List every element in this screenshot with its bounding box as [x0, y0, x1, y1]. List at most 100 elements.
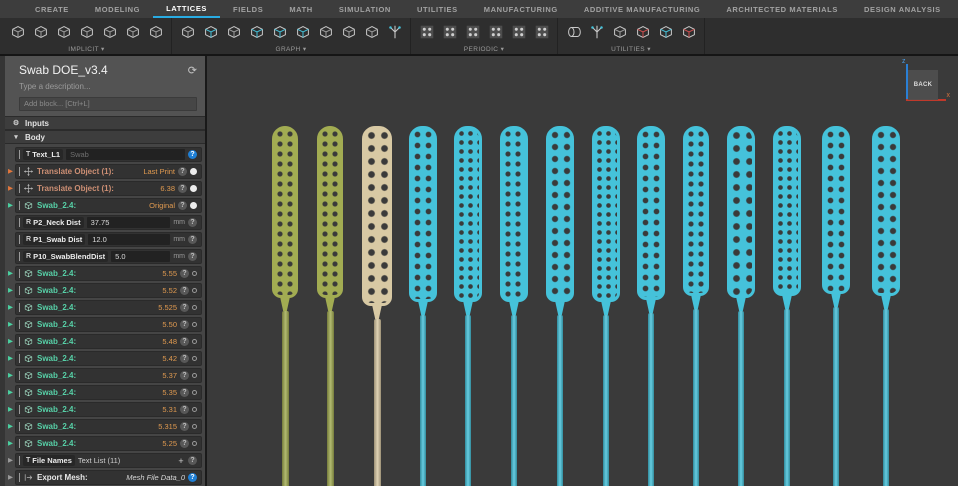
voronoi-lattice-icon[interactable] [361, 20, 382, 44]
gyroid-tpms-icon[interactable] [416, 20, 437, 44]
shell-implicit-icon[interactable] [76, 20, 97, 44]
add-item-icon[interactable]: + [177, 456, 185, 466]
help-icon[interactable]: ? [178, 184, 187, 193]
help-icon[interactable]: ? [180, 337, 189, 346]
toolbar-group-label[interactable]: IMPLICIT ▾ [7, 44, 166, 54]
expand-triangle-icon[interactable]: ▶ [6, 300, 15, 315]
menu-tab-create[interactable]: CREATE [22, 0, 82, 18]
block-swab-2-4-[interactable]: Swab_2.4:5.55? [15, 266, 202, 281]
view-cube-back-face[interactable]: BACK [908, 70, 938, 100]
swab-model-13[interactable] [819, 126, 853, 486]
block-swab-2-4-[interactable]: Swab_2.4:5.48? [15, 334, 202, 349]
block-value[interactable]: 5.31 [162, 405, 177, 414]
help-icon[interactable]: ? [178, 201, 187, 210]
schwarz-tpms-icon[interactable] [462, 20, 483, 44]
param-value-input[interactable]: 12.0 [88, 234, 170, 245]
block-translate-object-1-[interactable]: Translate Object (1):6.38? [15, 181, 202, 196]
swab-model-2[interactable] [314, 126, 346, 486]
swab-model-14[interactable] [869, 126, 903, 486]
merge-branch-icon[interactable] [586, 20, 607, 44]
block-value[interactable]: Mesh File Data_0 [126, 473, 185, 482]
block-value[interactable]: 5.25 [162, 439, 177, 448]
help-icon[interactable]: ? [180, 269, 189, 278]
transform-lattice-icon[interactable] [632, 20, 653, 44]
block-swab-2-4-[interactable]: Swab_2.4:5.315? [15, 419, 202, 434]
block-swab-2-4-[interactable]: Swab_2.4:5.31? [15, 402, 202, 417]
expand-triangle-icon[interactable]: ▶ [6, 351, 15, 366]
refresh-icon[interactable]: ⟳ [188, 64, 197, 77]
visibility-toggle[interactable] [192, 373, 197, 378]
help-icon[interactable]: ? [188, 218, 197, 227]
help-icon[interactable]: ? [188, 150, 197, 159]
help-icon[interactable]: ? [188, 235, 197, 244]
visibility-toggle[interactable] [192, 356, 197, 361]
param-row-p1-swab-dist[interactable]: RP1_Swab Dist12.0mm? [15, 232, 202, 247]
section-body[interactable]: ▾ Body [5, 130, 205, 144]
toolbar-group-label[interactable]: PERIODIC ▾ [416, 44, 552, 54]
scale-lattice-icon[interactable] [678, 20, 699, 44]
swab-model-4[interactable] [406, 126, 440, 486]
strut-lattice-icon[interactable] [223, 20, 244, 44]
frame-tpms-icon[interactable] [531, 20, 552, 44]
block-export-mesh-[interactable]: Export Mesh:Mesh File Data_0? [15, 470, 202, 485]
menu-tab-modeling[interactable]: MODELING [82, 0, 153, 18]
visibility-toggle[interactable] [192, 441, 197, 446]
boolean-union-icon[interactable] [7, 20, 28, 44]
help-icon[interactable]: ? [180, 303, 189, 312]
menu-tab-math[interactable]: MATH [276, 0, 326, 18]
grid-tpms-icon[interactable] [485, 20, 506, 44]
expand-triangle-icon[interactable]: ▶ [6, 198, 15, 213]
help-icon[interactable]: ? [180, 388, 189, 397]
cage-lattice-icon[interactable] [338, 20, 359, 44]
expand-triangle-icon[interactable]: ▶ [6, 283, 15, 298]
expand-triangle-icon[interactable]: ▶ [6, 334, 15, 349]
text-value-input[interactable]: Swab [66, 149, 185, 160]
block-value[interactable]: 5.37 [162, 371, 177, 380]
param-row-p2-neck-dist[interactable]: RP2_Neck Dist37.75mm? [15, 215, 202, 230]
visibility-toggle[interactable] [192, 424, 197, 429]
visibility-toggle[interactable] [192, 390, 197, 395]
block-value[interactable]: Last Print [143, 167, 175, 176]
visibility-toggle[interactable] [192, 271, 197, 276]
visibility-toggle[interactable] [192, 305, 197, 310]
menu-tab-manufacturing[interactable]: MANUFACTURING [471, 0, 571, 18]
lattice-unit-cell-icon[interactable] [145, 20, 166, 44]
visibility-toggle[interactable] [192, 288, 197, 293]
boolean-intersect-icon[interactable] [53, 20, 74, 44]
help-icon[interactable]: ? [180, 422, 189, 431]
expand-triangle-icon[interactable]: ▶ [6, 317, 15, 332]
visibility-toggle[interactable] [192, 407, 197, 412]
help-icon[interactable]: ? [180, 371, 189, 380]
menu-tab-fields[interactable]: FIELDS [220, 0, 276, 18]
expand-triangle-icon[interactable]: ▶ [6, 164, 15, 179]
block-value[interactable]: 5.42 [162, 354, 177, 363]
add-block-input[interactable]: Add block... [Ctrl+L] [19, 97, 197, 111]
viewport-3d[interactable]: z x BACK [207, 56, 958, 486]
help-icon[interactable]: ? [188, 473, 197, 482]
stretch-lattice-icon[interactable] [655, 20, 676, 44]
block-value[interactable]: 5.55 [162, 269, 177, 278]
expand-triangle-icon[interactable]: ▶ [6, 368, 15, 383]
expand-triangle-icon[interactable]: ▶ [6, 402, 15, 417]
fill-lattice-icon[interactable] [246, 20, 267, 44]
param-value-input[interactable]: 5.0 [111, 251, 170, 262]
visibility-toggle[interactable] [190, 168, 197, 175]
swab-model-12[interactable] [770, 126, 804, 486]
diagonal-tpms-icon[interactable] [439, 20, 460, 44]
swab-model-3[interactable] [359, 126, 395, 486]
swab-model-7[interactable] [543, 126, 577, 486]
wireframe-box-icon[interactable] [609, 20, 630, 44]
visibility-toggle[interactable] [190, 202, 197, 209]
menu-tab-lattices[interactable]: LATTICES [153, 0, 220, 18]
menu-tab-simulation[interactable]: SIMULATION [326, 0, 404, 18]
block-value[interactable]: 6.38 [160, 184, 175, 193]
block-swab-2-4-[interactable]: Swab_2.4:5.50? [15, 317, 202, 332]
block-value[interactable]: Original [149, 201, 175, 210]
conformal-lattice-icon[interactable] [292, 20, 313, 44]
block-swab-2-4-[interactable]: Swab_2.4:5.25? [15, 436, 202, 451]
block-translate-object-1-[interactable]: Translate Object (1):Last Print? [15, 164, 202, 179]
expand-triangle-icon[interactable]: ▶ [6, 470, 15, 485]
help-icon[interactable]: ? [180, 320, 189, 329]
expand-triangle-icon[interactable]: ▶ [6, 453, 15, 468]
param-row-p10-swabblenddist[interactable]: RP10_SwabBlendDist5.0mm? [15, 249, 202, 264]
